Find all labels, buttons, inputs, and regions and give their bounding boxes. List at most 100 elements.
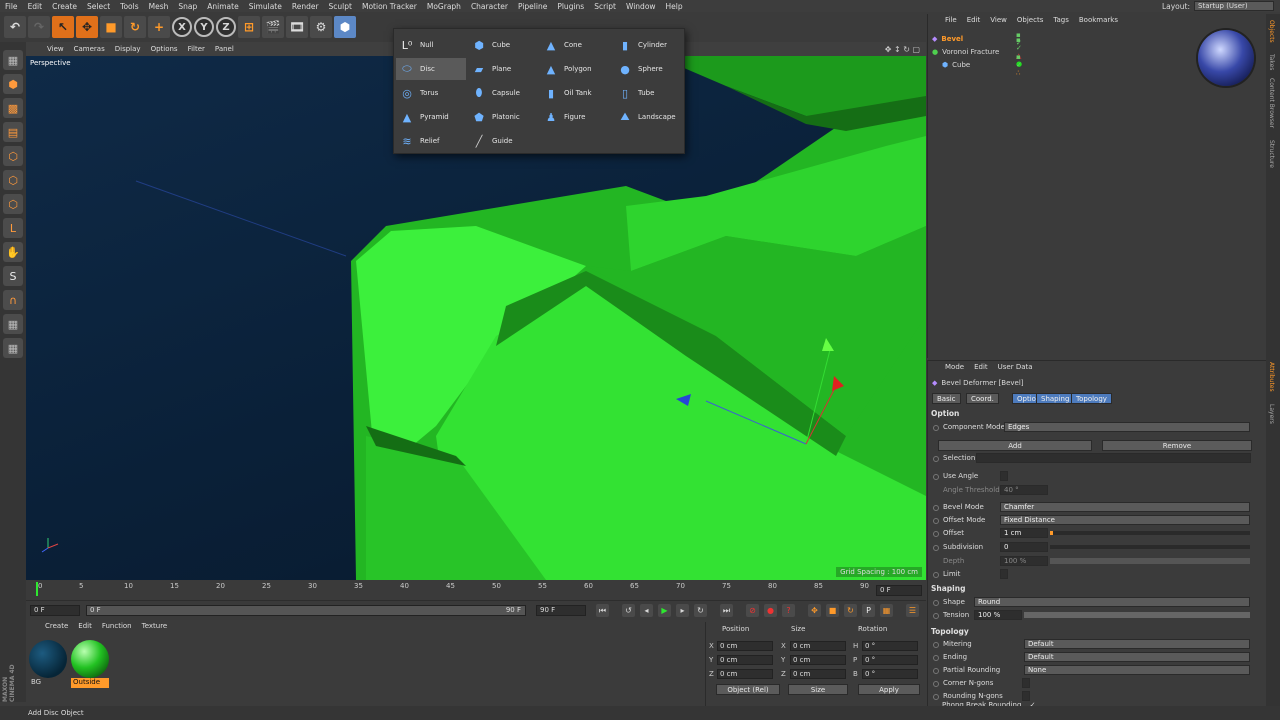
menu-render[interactable]: Render (287, 2, 324, 11)
axis-mode-icon[interactable]: L (3, 218, 23, 238)
tab-structure-vertical[interactable]: Structure (1268, 140, 1275, 168)
coordinate-mode-dropdown[interactable]: Object (Rel) (716, 684, 780, 695)
popup-item-capsule[interactable]: ⬮ Capsule (468, 82, 538, 104)
attr-menu-edit[interactable]: Edit (969, 363, 993, 375)
record-icon[interactable]: ⊘ (746, 604, 759, 617)
size-z-field[interactable]: 0 cm (790, 669, 846, 679)
popup-item-pyramid[interactable]: ▲ Pyramid (396, 106, 466, 128)
material-menu-function[interactable]: Function (97, 622, 137, 634)
object-row-cube[interactable]: ⬢ Cube ▪ ✓ ∴ (942, 53, 1022, 77)
viewport-menu-display[interactable]: Display (110, 45, 146, 53)
keyframe-dot[interactable] (933, 531, 939, 537)
keyframe-dot[interactable] (933, 668, 939, 674)
menu-script[interactable]: Script (589, 2, 621, 11)
rotate-icon[interactable]: ↻ (124, 16, 146, 38)
remove-button[interactable]: Remove (1102, 440, 1252, 451)
rotation-h-field[interactable]: 0 ° (862, 641, 918, 651)
viewport-menu-filter[interactable]: Filter (183, 45, 210, 53)
material-menu-edit[interactable]: Edit (73, 622, 97, 634)
tab-takes-vertical[interactable]: Takes (1268, 54, 1275, 70)
keyframe-selection-icon[interactable]: ? (782, 604, 795, 617)
layout-dropdown[interactable]: Startup (User) (1194, 1, 1274, 11)
material-menu-texture[interactable]: Texture (137, 622, 173, 634)
material-menu-create[interactable]: Create (40, 622, 73, 634)
popup-item-torus[interactable]: ◎ Torus (396, 82, 466, 104)
menu-motion-tracker[interactable]: Motion Tracker (357, 2, 422, 11)
object-menu-edit[interactable]: Edit (962, 16, 986, 28)
auto-key-icon[interactable]: ● (764, 604, 777, 617)
tab-topology[interactable]: Topology (1071, 393, 1112, 404)
undo-icon[interactable]: ↶ (4, 16, 26, 38)
keyframe-dot[interactable] (933, 545, 939, 551)
rotation-b-field[interactable]: 0 ° (862, 669, 918, 679)
angle-threshold-field[interactable]: 40 ° (1000, 485, 1048, 495)
texture-mode-icon[interactable]: ▩ (3, 98, 23, 118)
grid-icon[interactable]: ▦ (3, 314, 23, 334)
menu-sculpt[interactable]: Sculpt (324, 2, 357, 11)
popup-item-tube[interactable]: ▯ Tube (614, 82, 684, 104)
keyframe-dot[interactable] (933, 518, 939, 524)
bevel-mode-dropdown[interactable]: Chamfer (1000, 502, 1250, 512)
attr-menu-user-data[interactable]: User Data (993, 363, 1038, 375)
keyframe-dot[interactable] (933, 572, 939, 578)
menu-create[interactable]: Create (47, 2, 82, 11)
timeline-icon[interactable]: ☰ (906, 604, 919, 617)
x-axis-lock-icon[interactable]: X (172, 17, 192, 37)
tab-content-browser-vertical[interactable]: Content Browser (1268, 78, 1275, 128)
keyframe-dot[interactable] (933, 642, 939, 648)
object-menu-file[interactable]: File (940, 16, 962, 28)
redo-icon[interactable]: ↷ (28, 16, 50, 38)
depth-slider[interactable] (1050, 558, 1250, 564)
keyframe-dot[interactable] (933, 474, 939, 480)
menu-simulate[interactable]: Simulate (244, 2, 287, 11)
mitering-dropdown[interactable]: Default (1024, 639, 1250, 649)
material-bg-swatch[interactable] (29, 640, 67, 678)
keyframe-dot[interactable] (933, 613, 939, 619)
render-settings-icon[interactable]: ⚙ (310, 16, 332, 38)
tweak-mode-icon[interactable]: ✋ (3, 242, 23, 262)
key-pla-icon[interactable]: ▦ (880, 604, 893, 617)
key-parameter-icon[interactable]: P (862, 604, 875, 617)
use-angle-checkbox[interactable] (1000, 471, 1008, 481)
offset-field[interactable]: 1 cm (1000, 528, 1048, 538)
play-icon[interactable]: ▶ (658, 604, 671, 617)
tab-objects-vertical[interactable]: Objects (1268, 20, 1275, 43)
rounding-ngons-checkbox[interactable] (1022, 691, 1030, 701)
position-y-field[interactable]: 0 cm (717, 655, 773, 665)
move-icon[interactable]: ✥ (76, 16, 98, 38)
attr-menu-mode[interactable]: Mode (940, 363, 969, 375)
polygons-mode-icon[interactable]: ⬡ (3, 194, 23, 214)
keyframe-dot[interactable] (933, 456, 939, 462)
offset-mode-dropdown[interactable]: Fixed Distance (1000, 515, 1250, 525)
popup-item-disc[interactable]: ⬭ Disc (396, 58, 466, 80)
component-mode-dropdown[interactable]: Edges (1004, 422, 1250, 432)
menu-select[interactable]: Select (82, 2, 115, 11)
popup-item-plane[interactable]: ▰ Plane (468, 58, 538, 80)
popup-item-sphere[interactable]: ● Sphere (614, 58, 684, 80)
visibility-check-icon[interactable]: ▪ ✓ ∴ (1016, 53, 1022, 77)
viewport-menu-panel[interactable]: Panel (210, 45, 239, 53)
render-view-icon[interactable]: 🎬 (262, 16, 284, 38)
coordinate-system-icon[interactable]: ⊞ (238, 16, 260, 38)
live-selection-icon[interactable]: ↖ (52, 16, 74, 38)
add-icon[interactable]: + (148, 16, 170, 38)
depth-field[interactable]: 100 % (1000, 556, 1048, 566)
popup-item-cylinder[interactable]: ▮ Cylinder (614, 34, 684, 56)
tab-coord[interactable]: Coord. (966, 393, 999, 404)
loop-forward-icon[interactable]: ↻ (694, 604, 707, 617)
limit-checkbox[interactable] (1000, 569, 1008, 579)
go-to-start-icon[interactable]: ⏮ (596, 604, 609, 617)
model-mode-icon[interactable]: ⬢ (3, 74, 23, 94)
object-menu-bookmarks[interactable]: Bookmarks (1074, 16, 1123, 28)
corner-ngons-checkbox[interactable] (1022, 678, 1030, 688)
menu-plugins[interactable]: Plugins (552, 2, 589, 11)
end-frame-field[interactable]: 90 F (536, 605, 586, 616)
object-menu-view[interactable]: View (985, 16, 1012, 28)
menu-mograph[interactable]: MoGraph (422, 2, 466, 11)
keyframe-dot[interactable] (933, 600, 939, 606)
key-rotation-icon[interactable]: ↻ (844, 604, 857, 617)
popup-item-oil-tank[interactable]: ▮ Oil Tank (540, 82, 610, 104)
range-slider[interactable]: 0 F 90 F (86, 605, 526, 616)
go-to-end-icon[interactable]: ⏭ (720, 604, 733, 617)
menu-edit[interactable]: Edit (23, 2, 48, 11)
